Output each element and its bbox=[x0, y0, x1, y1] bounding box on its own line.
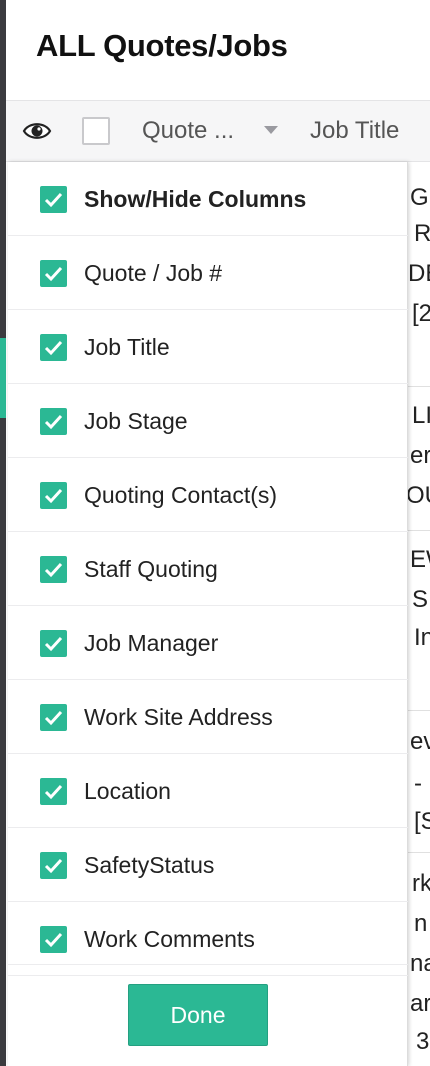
column-chooser-panel: Show/Hide Columns Quote / Job # Job Title J… bbox=[8, 162, 408, 1066]
checkbox-checked[interactable] bbox=[40, 852, 67, 879]
column-option[interactable]: Staff Quoting bbox=[8, 532, 408, 606]
table-cell-fragment: In bbox=[414, 624, 430, 651]
table-cell-fragment: n F bbox=[414, 910, 430, 937]
table-cell-fragment: rk bbox=[412, 870, 430, 897]
table-row-divider bbox=[408, 852, 430, 853]
table-cell-fragment: [2 bbox=[412, 300, 430, 327]
column-option[interactable]: SafetyStatus bbox=[8, 828, 408, 902]
column-option-label: Show/Hide Columns bbox=[84, 186, 307, 212]
checkmark-icon bbox=[44, 710, 63, 726]
checkmark-icon bbox=[44, 562, 63, 578]
checkmark-icon bbox=[44, 266, 63, 282]
column-option[interactable]: Work Site Address bbox=[8, 680, 408, 754]
checkmark-icon bbox=[44, 932, 63, 948]
toggle-all-columns-option[interactable]: Show/Hide Columns bbox=[8, 162, 408, 236]
page-title: ALL Quotes/Jobs bbox=[36, 28, 288, 63]
checkbox-checked[interactable] bbox=[40, 556, 67, 583]
column-option[interactable]: Quote / Job # bbox=[8, 236, 408, 310]
checkbox-checked[interactable] bbox=[40, 704, 67, 731]
table-cell-fragment: na bbox=[410, 950, 430, 977]
table-cell-fragment: [S bbox=[414, 808, 430, 835]
column-option-label: Job Title bbox=[84, 334, 170, 360]
select-all-checkbox[interactable] bbox=[82, 117, 110, 145]
done-button[interactable]: Done bbox=[128, 984, 268, 1046]
column-header-job-title[interactable]: Job Title bbox=[310, 117, 399, 145]
column-option-label: Job Stage bbox=[84, 408, 188, 434]
column-option[interactable]: Job Stage bbox=[8, 384, 408, 458]
column-option-label: Work Comments bbox=[84, 926, 255, 952]
column-option[interactable]: Location bbox=[8, 754, 408, 828]
eye-icon[interactable] bbox=[22, 119, 52, 143]
column-option-label: Job Manager bbox=[84, 630, 219, 656]
checkbox-checked[interactable] bbox=[40, 186, 67, 213]
table-cell-fragment: er bbox=[410, 442, 430, 469]
checkmark-icon bbox=[44, 858, 63, 874]
column-header-quote[interactable]: Quote ... bbox=[142, 117, 234, 145]
column-option[interactable]: Quoting Contact(s) bbox=[8, 458, 408, 532]
table-cell-fragment: - bbox=[414, 770, 422, 797]
column-option-label: Quoting Contact(s) bbox=[84, 482, 278, 508]
checkbox-checked[interactable] bbox=[40, 778, 67, 805]
table-cell-fragment: S bbox=[412, 586, 429, 613]
table-cell-fragment: LI bbox=[412, 402, 430, 429]
checkbox-checked[interactable] bbox=[40, 482, 67, 509]
checkmark-icon bbox=[44, 340, 63, 356]
table-cell-fragment: EW bbox=[410, 546, 430, 573]
table-cell-fragment: DE bbox=[408, 260, 430, 287]
checkbox-checked[interactable] bbox=[40, 408, 67, 435]
table-row-divider bbox=[408, 530, 430, 531]
table-cell-fragment: R bbox=[414, 220, 430, 247]
checkbox-checked[interactable] bbox=[40, 926, 67, 953]
table-cell-fragment: G I bbox=[410, 184, 430, 211]
checkmark-icon bbox=[44, 784, 63, 800]
column-option-label: SafetyStatus bbox=[84, 852, 215, 878]
checkbox-checked[interactable] bbox=[40, 334, 67, 361]
checkbox-checked[interactable] bbox=[40, 260, 67, 287]
page-header: ALL Quotes/Jobs bbox=[6, 0, 430, 100]
table-header: Quote ... Job Title bbox=[6, 100, 430, 162]
table-cell-fragment: OU bbox=[406, 482, 430, 509]
table-cell-fragment: 3 bbox=[416, 1028, 430, 1055]
column-option-label: Location bbox=[84, 778, 171, 804]
table-cell-fragment: ev bbox=[410, 728, 430, 755]
divider bbox=[8, 964, 408, 965]
table-row-divider bbox=[408, 710, 430, 711]
checkmark-icon bbox=[44, 192, 63, 208]
checkmark-icon bbox=[44, 636, 63, 652]
checkmark-icon bbox=[44, 488, 63, 504]
table-row-divider bbox=[408, 386, 430, 387]
column-option-label: Quote / Job # bbox=[84, 260, 223, 286]
table-cell-fragment: ar bbox=[410, 990, 430, 1017]
column-option-label: Staff Quoting bbox=[84, 556, 218, 582]
sort-caret-icon[interactable] bbox=[264, 126, 278, 134]
checkbox-checked[interactable] bbox=[40, 630, 67, 657]
sidebar-active-indicator bbox=[0, 338, 6, 418]
checkmark-icon bbox=[44, 414, 63, 430]
column-option[interactable]: Job Title bbox=[8, 310, 408, 384]
column-option[interactable]: Job Manager bbox=[8, 606, 408, 680]
column-option-label: Work Site Address bbox=[84, 704, 273, 730]
